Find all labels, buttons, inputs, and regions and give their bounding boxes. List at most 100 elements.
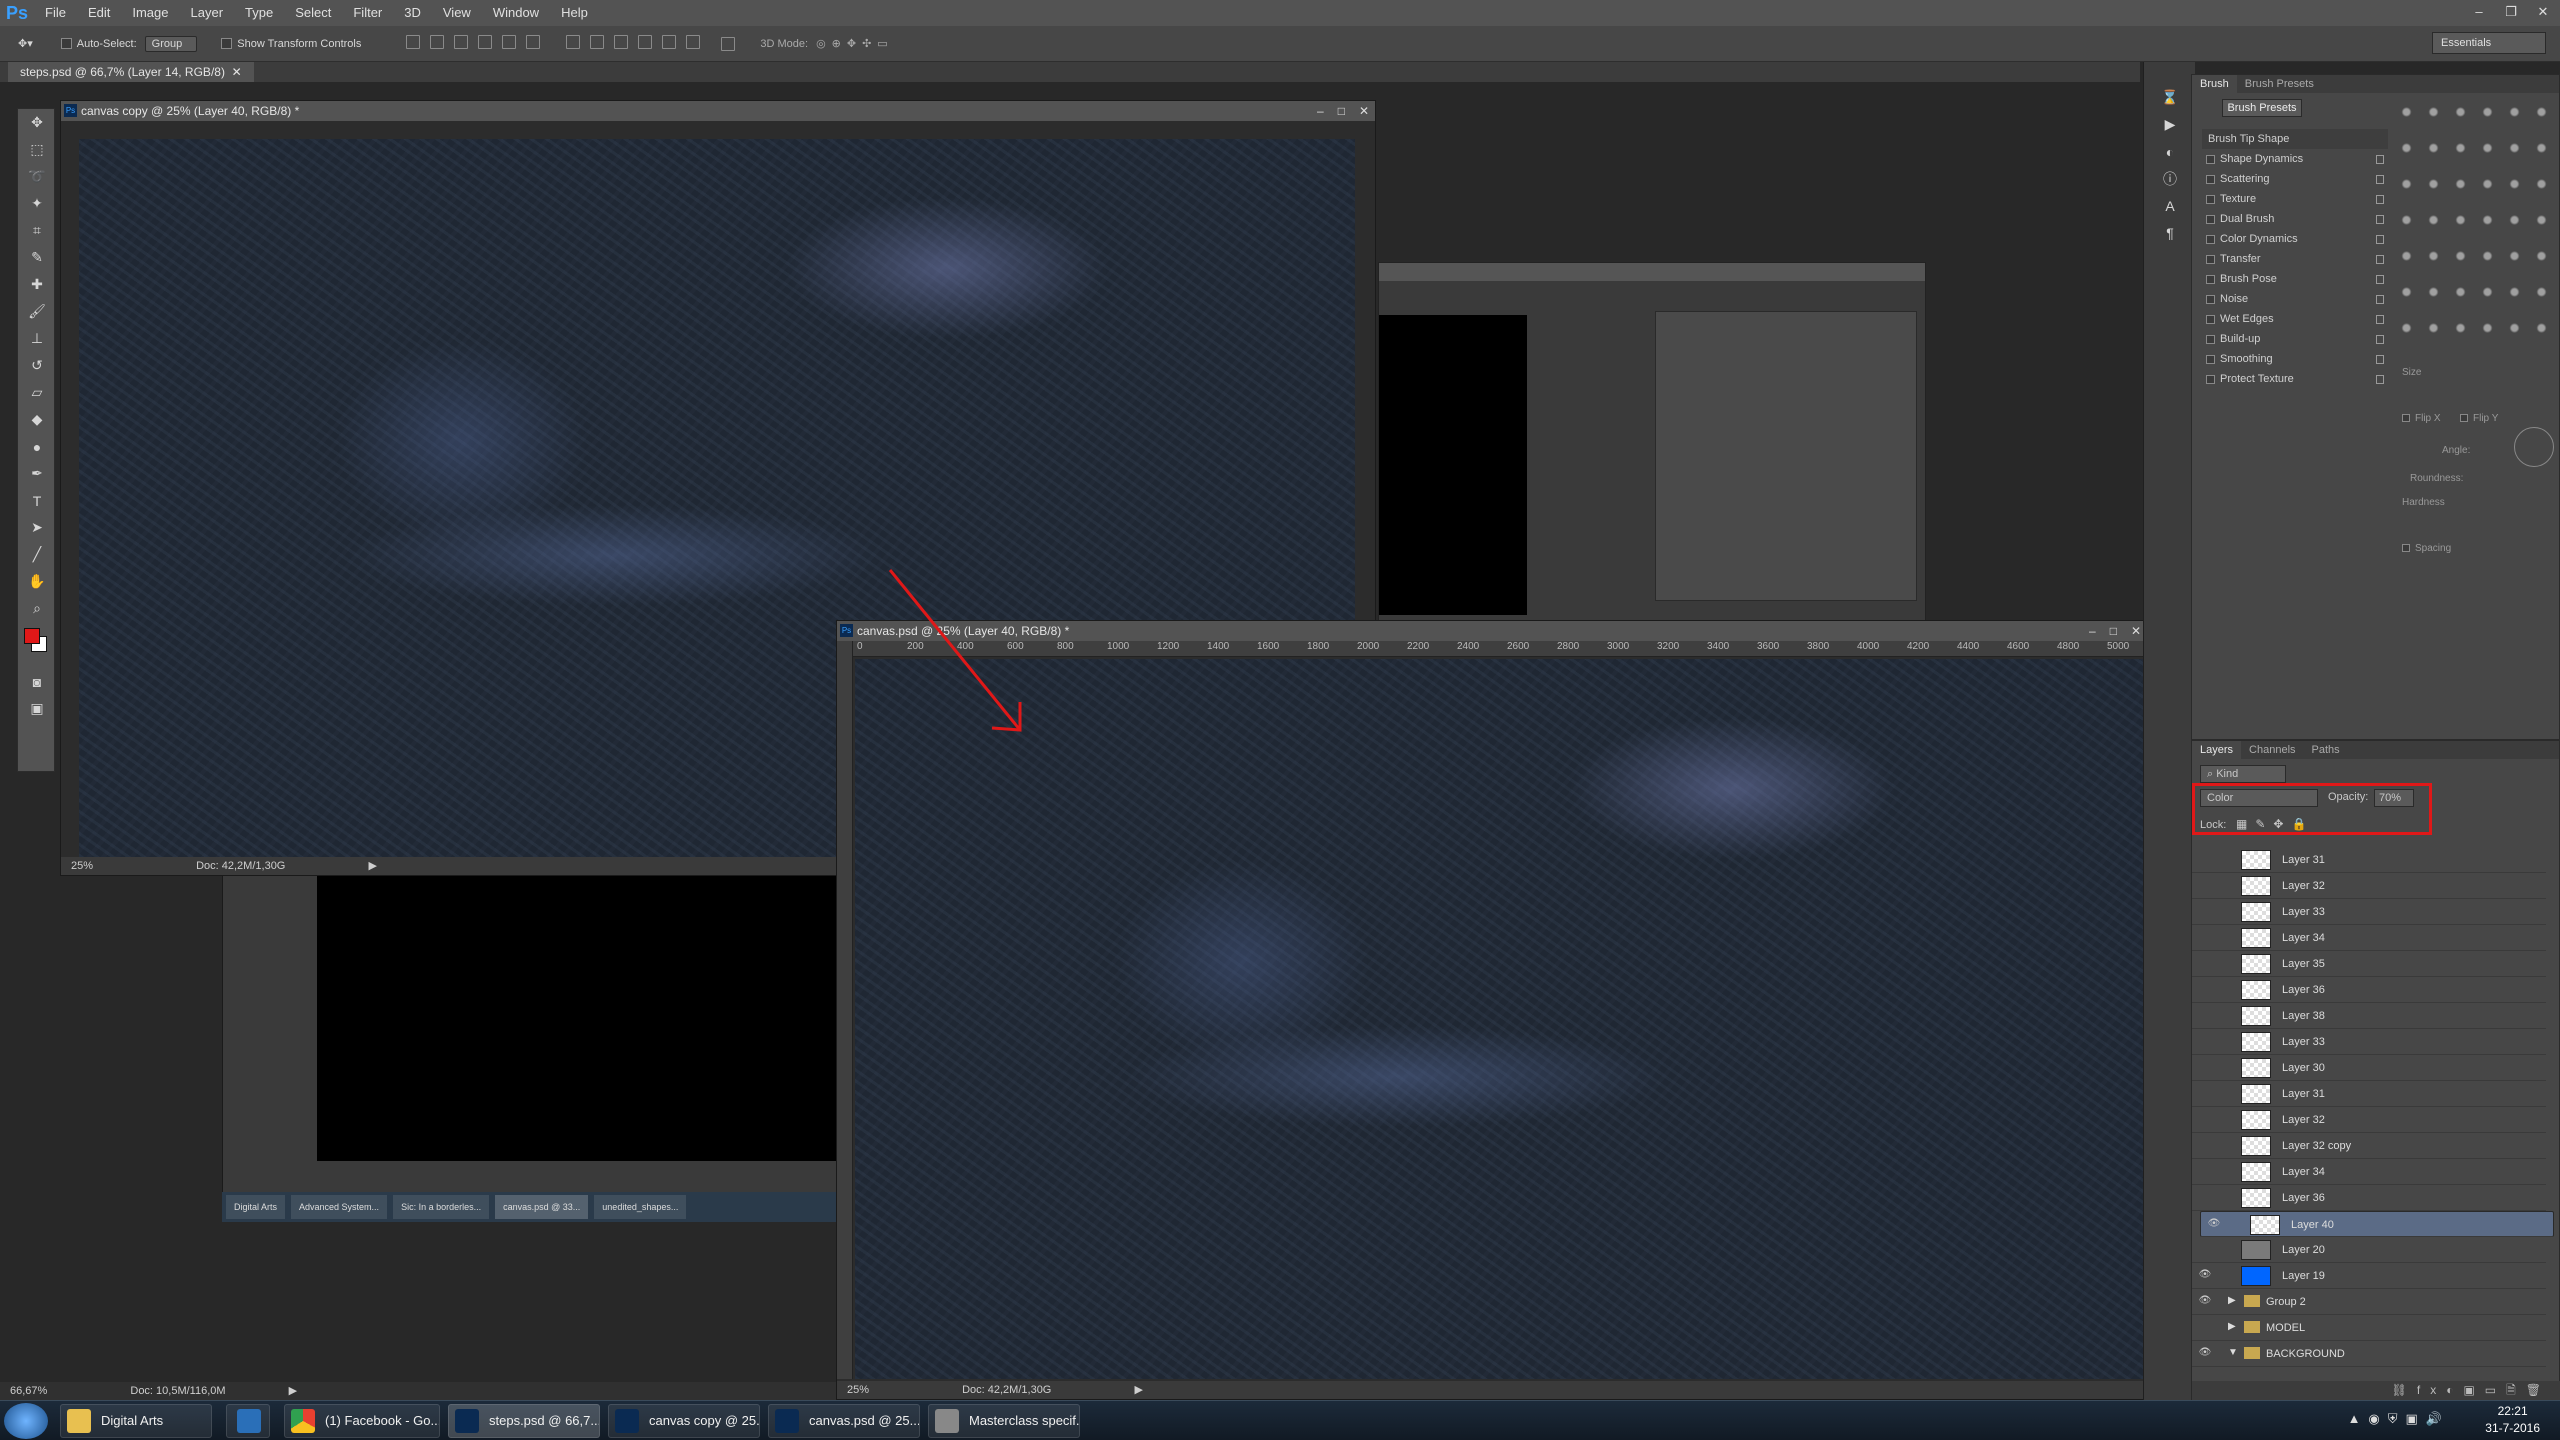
brush-tool-icon[interactable]: 🖌 xyxy=(18,298,56,325)
tab-brush[interactable]: Brush xyxy=(2192,75,2237,93)
layer-row[interactable]: Layer 20 xyxy=(2192,1237,2546,1263)
system-tray-icons[interactable]: ▲◉⛨▣🔊 xyxy=(2348,1411,2450,1427)
menu-3d[interactable]: 3D xyxy=(393,0,432,26)
layer-row[interactable]: 👁 Layer 19 xyxy=(2192,1263,2546,1289)
maximize-icon[interactable]: □ xyxy=(1338,101,1345,121)
workspace-switcher[interactable]: Essentials xyxy=(2432,32,2546,54)
screen-mode-icon[interactable]: ▣ xyxy=(18,695,56,722)
align-top-icon[interactable] xyxy=(406,35,421,49)
brush-presets-button[interactable]: Brush Presets xyxy=(2222,99,2302,117)
layer-group-row[interactable]: ▶ MODEL xyxy=(2192,1315,2546,1341)
spacing-checkbox[interactable]: Spacing xyxy=(2402,543,2451,554)
close-icon[interactable]: ✕ xyxy=(2131,621,2141,641)
layer-row-selected[interactable]: 👁 Layer 40 xyxy=(2200,1211,2554,1237)
align-right-icon[interactable] xyxy=(526,35,541,49)
layer-row[interactable]: Layer 32 xyxy=(2192,873,2546,899)
distribute-left-icon[interactable] xyxy=(638,35,653,49)
menu-image[interactable]: Image xyxy=(121,0,179,26)
start-button[interactable] xyxy=(4,1403,48,1439)
lasso-tool-icon[interactable]: ➰ xyxy=(18,163,56,190)
layer-row[interactable]: Layer 31 xyxy=(2192,847,2546,873)
task-masterclass[interactable]: Masterclass specif... xyxy=(928,1404,1080,1438)
restore-icon[interactable]: ❐ xyxy=(2500,2,2522,22)
statusbar-arrow-icon[interactable]: ▶ xyxy=(368,860,376,872)
layer-row[interactable]: Layer 34 xyxy=(2192,925,2546,951)
canvas-copy-zoom[interactable]: 25% xyxy=(71,860,93,872)
minimize-icon[interactable]: – xyxy=(2089,621,2096,641)
doc-tab-steps[interactable]: steps.psd @ 66,7% (Layer 14, RGB/8) ✕ xyxy=(8,62,254,82)
expand-arrow-icon[interactable]: ▼ xyxy=(2228,1347,2238,1358)
menu-filter[interactable]: Filter xyxy=(342,0,393,26)
distribute-right-icon[interactable] xyxy=(686,35,701,49)
layer-row[interactable]: Layer 33 xyxy=(2192,1029,2546,1055)
line-tool-icon[interactable]: ╱ xyxy=(18,541,56,568)
task-canvas[interactable]: canvas.psd @ 25... xyxy=(768,1404,920,1438)
type-tool-icon[interactable]: T xyxy=(18,487,56,514)
clone-stamp-tool-icon[interactable]: ⊥ xyxy=(18,325,56,352)
auto-align-icon[interactable] xyxy=(721,36,736,51)
flip-y-checkbox[interactable]: Flip Y xyxy=(2460,413,2498,424)
visibility-eye-icon[interactable]: 👁 xyxy=(2198,1269,2212,1283)
color-swatches[interactable] xyxy=(18,622,56,668)
path-selection-tool-icon[interactable]: ➤ xyxy=(18,514,56,541)
menu-type[interactable]: Type xyxy=(234,0,284,26)
task-canvas-copy[interactable]: canvas copy @ 25... xyxy=(608,1404,760,1438)
hand-tool-icon[interactable]: ✋ xyxy=(18,568,56,595)
layer-row[interactable]: Layer 38 xyxy=(2192,1003,2546,1029)
menu-view[interactable]: View xyxy=(432,0,482,26)
quick-mask-icon[interactable]: ◙ xyxy=(18,668,56,695)
eraser-tool-icon[interactable]: ▱ xyxy=(18,379,56,406)
3d-mode-icons[interactable]: ◎⊕✥✣▭ xyxy=(816,37,894,50)
group-select[interactable]: Group xyxy=(144,35,198,52)
brush-tip-shape-item[interactable]: Brush Tip Shape xyxy=(2202,129,2388,149)
expand-arrow-icon[interactable]: ▶ xyxy=(2228,1295,2236,1306)
distribute-top-icon[interactable] xyxy=(566,35,581,49)
marquee-tool-icon[interactable]: ⬚ xyxy=(18,136,56,163)
brush-option-dual-brush[interactable]: Dual Brush xyxy=(2202,209,2388,229)
flip-x-checkbox[interactable]: Flip X xyxy=(2402,413,2441,424)
layer-row[interactable]: Layer 34 xyxy=(2192,1159,2546,1185)
auto-select-checkbox[interactable]: Auto-Select: xyxy=(60,38,137,50)
brush-option-color-dynamics[interactable]: Color Dynamics xyxy=(2202,229,2388,249)
layer-row[interactable]: Layer 31 xyxy=(2192,1081,2546,1107)
visibility-eye-icon[interactable]: 👁 xyxy=(2198,1347,2212,1361)
layer-row[interactable]: Layer 32 copy xyxy=(2192,1133,2546,1159)
tab-brush-presets[interactable]: Brush Presets xyxy=(2237,75,2322,93)
main-zoom[interactable]: 66,67% xyxy=(10,1385,47,1397)
menu-layer[interactable]: Layer xyxy=(180,0,235,26)
layer-filter-kind[interactable]: ⌕ Kind xyxy=(2200,765,2286,783)
statusbar-arrow-icon[interactable]: ▶ xyxy=(1134,1384,1142,1396)
task-app-icon[interactable] xyxy=(226,1404,270,1438)
brush-option-transfer[interactable]: Transfer xyxy=(2202,249,2388,269)
brush-option-protect-texture[interactable]: Protect Texture xyxy=(2202,369,2388,389)
brush-option-smoothing[interactable]: Smoothing xyxy=(2202,349,2388,369)
brush-option-shape-dynamics[interactable]: Shape Dynamics xyxy=(2202,149,2388,169)
brush-option-texture[interactable]: Texture xyxy=(2202,189,2388,209)
tab-paths[interactable]: Paths xyxy=(2304,741,2348,759)
align-vcenter-icon[interactable] xyxy=(430,35,445,49)
task-steps[interactable]: steps.psd @ 66,7... xyxy=(448,1404,600,1438)
layers-footer-icons[interactable]: ⛓fx◐▣▭🗎🗑 xyxy=(2192,1381,2560,1401)
layer-row[interactable]: Layer 36 xyxy=(2192,1185,2546,1211)
task-digital-arts[interactable]: Digital Arts xyxy=(60,1404,212,1438)
layer-row[interactable]: Layer 35 xyxy=(2192,951,2546,977)
close-icon[interactable]: ✕ xyxy=(2532,2,2554,22)
zoom-tool-icon[interactable]: ⌕ xyxy=(18,595,56,622)
canvas-zoom[interactable]: 25% xyxy=(847,1384,869,1396)
visibility-eye-icon[interactable]: 👁 xyxy=(2198,1295,2212,1309)
align-left-icon[interactable] xyxy=(478,35,493,49)
layer-group-row[interactable]: 👁 ▶ Group 2 xyxy=(2192,1289,2546,1315)
align-bottom-icon[interactable] xyxy=(454,35,469,49)
expand-arrow-icon[interactable]: ▶ xyxy=(2228,1321,2236,1332)
show-transform-checkbox[interactable]: Show Transform Controls xyxy=(221,38,361,50)
dodge-tool-icon[interactable]: ● xyxy=(18,433,56,460)
maximize-icon[interactable]: □ xyxy=(2110,621,2117,641)
distribute-hcenter-icon[interactable] xyxy=(662,35,677,49)
distribute-bottom-icon[interactable] xyxy=(614,35,629,49)
paragraph-panel-icon[interactable]: ¶ xyxy=(2144,219,2196,246)
minimize-icon[interactable]: – xyxy=(1317,101,1324,121)
menu-select[interactable]: Select xyxy=(284,0,342,26)
distribute-vcenter-icon[interactable] xyxy=(590,35,605,49)
task-facebook[interactable]: (1) Facebook - Go... xyxy=(284,1404,440,1438)
tab-channels[interactable]: Channels xyxy=(2241,741,2303,759)
